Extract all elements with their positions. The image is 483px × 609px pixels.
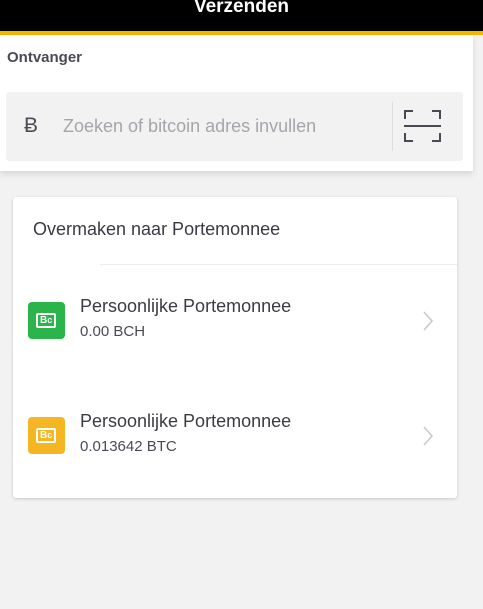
wallet-balance: 0.00 BCH xyxy=(80,323,146,340)
top-bar: Verzenden xyxy=(0,0,483,31)
wallet-icon: Bc xyxy=(28,302,65,339)
wallet-balance: 0.013642 BTC xyxy=(80,438,177,455)
wallet-item-btc[interactable]: Bc Persoonlijke Portemonnee 0.013642 BTC xyxy=(13,407,457,467)
wallet-name: Persoonlijke Portemonnee xyxy=(80,296,292,316)
page-title: Verzenden xyxy=(193,0,290,17)
chevron-right-icon xyxy=(423,311,434,331)
wallet-icon: Bc xyxy=(28,417,65,454)
search-divider xyxy=(392,102,393,151)
address-search-input[interactable] xyxy=(63,112,383,140)
wallet-name: Persoonlijke Portemonnee xyxy=(80,411,292,431)
recipient-label: Ontvanger xyxy=(7,49,83,66)
qr-scan-icon[interactable] xyxy=(404,110,441,142)
card-divider xyxy=(100,264,457,265)
transfer-title: Overmaken naar Portemonnee xyxy=(33,219,281,239)
transfer-card: Overmaken naar Portemonnee Bc Persoonlij… xyxy=(13,197,457,498)
chevron-right-icon xyxy=(423,426,434,446)
wallet-item-bch[interactable]: Bc Persoonlijke Portemonnee 0.00 BCH xyxy=(13,292,457,352)
bitcoin-icon: Ƀ xyxy=(24,114,39,137)
address-search-box[interactable]: Ƀ xyxy=(6,92,463,161)
recipient-section: Ontvanger Ƀ xyxy=(0,35,473,171)
